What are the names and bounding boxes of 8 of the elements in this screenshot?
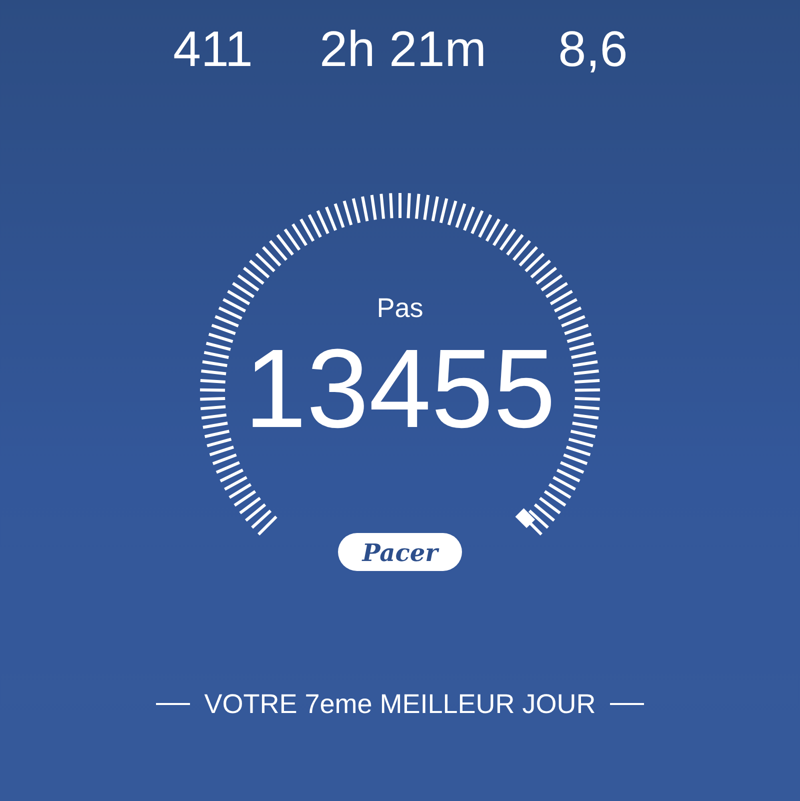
stat-value: 411 — [173, 20, 253, 78]
stat-value: 8,6 — [558, 20, 628, 78]
steps-count: 13455 — [244, 329, 556, 449]
progress-marker — [515, 508, 536, 528]
logo-badge: Pacer — [338, 533, 462, 571]
stat-value: 2h 21m — [320, 20, 486, 78]
best-day-text: VOTRE 7eme MEILLEUR JOUR — [204, 688, 596, 720]
steps-label: Pas — [376, 293, 424, 323]
